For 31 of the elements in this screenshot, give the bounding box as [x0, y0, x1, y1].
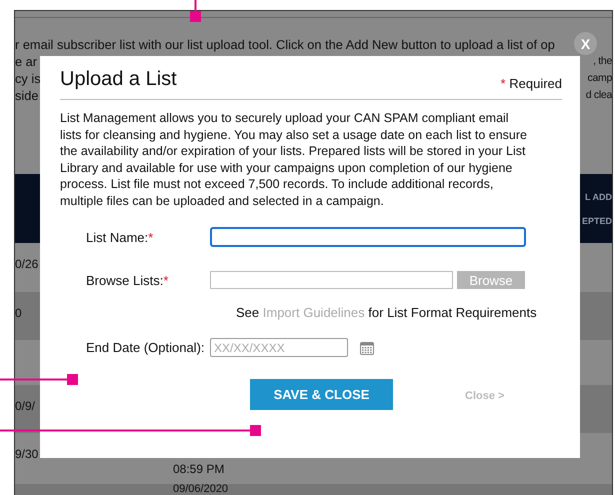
- table-cell: 0: [15, 306, 22, 320]
- file-path-input[interactable]: [210, 271, 453, 289]
- callout-line: [190, 0, 201, 22]
- background-text: e ar: [15, 53, 38, 70]
- description-text: List Management allows you to securely upload your CAN SPAM compliant email lists for cleansing and hygiene. You may also set a usage date on each list to ensure the availability and/or expiration of your lists. Prepared lists will be stored in your List Library and available for use with your campaigns upon completion of our hygiene process. List file must not exceed 7,500 records. To include additional records, multiple files can be uploaded and selected in a campaign.: [60, 110, 528, 209]
- table-cell-text: 08:59 PM: [173, 461, 224, 476]
- field-label: End Date (Optional):: [85, 340, 206, 355]
- browse-button[interactable]: Browse: [457, 271, 525, 289]
- calendar-icon[interactable]: [360, 340, 374, 354]
- field-label: Browse Lists:*: [85, 272, 170, 288]
- required-note: * Required: [500, 76, 562, 91]
- background-text: cy is: [15, 70, 41, 87]
- background-text: camp: [588, 71, 612, 86]
- background-text: r email subscriber list with our list upload tool. Click on the Add New button to upload a list of op: [15, 36, 555, 53]
- table-cell: 09/06/2020: [173, 484, 228, 495]
- guidelines-text: See Import Guidelines for List Format Requirements: [236, 305, 538, 320]
- close-link[interactable]: Close >: [465, 390, 504, 402]
- column-header: L ADD: [585, 192, 612, 202]
- column-header: EPTED: [582, 216, 612, 226]
- background-text: , the: [593, 54, 612, 69]
- field-label: List Name:*: [85, 230, 154, 244]
- table-cell: 0/9/: [15, 399, 36, 413]
- background-text: d clea: [586, 88, 612, 103]
- save-close-button[interactable]: SAVE & CLOSE: [250, 379, 393, 410]
- list-name-input[interactable]: [210, 227, 526, 247]
- table-cell: 9/30: [15, 447, 38, 461]
- background-text: side: [15, 87, 38, 104]
- date-input[interactable]: XX/XX/XXXX: [210, 338, 348, 357]
- import-guidelines-link[interactable]: Import Guidelines: [262, 305, 365, 320]
- dialog-title: Upload a List: [60, 68, 177, 91]
- table-cell: 0/26: [15, 257, 38, 271]
